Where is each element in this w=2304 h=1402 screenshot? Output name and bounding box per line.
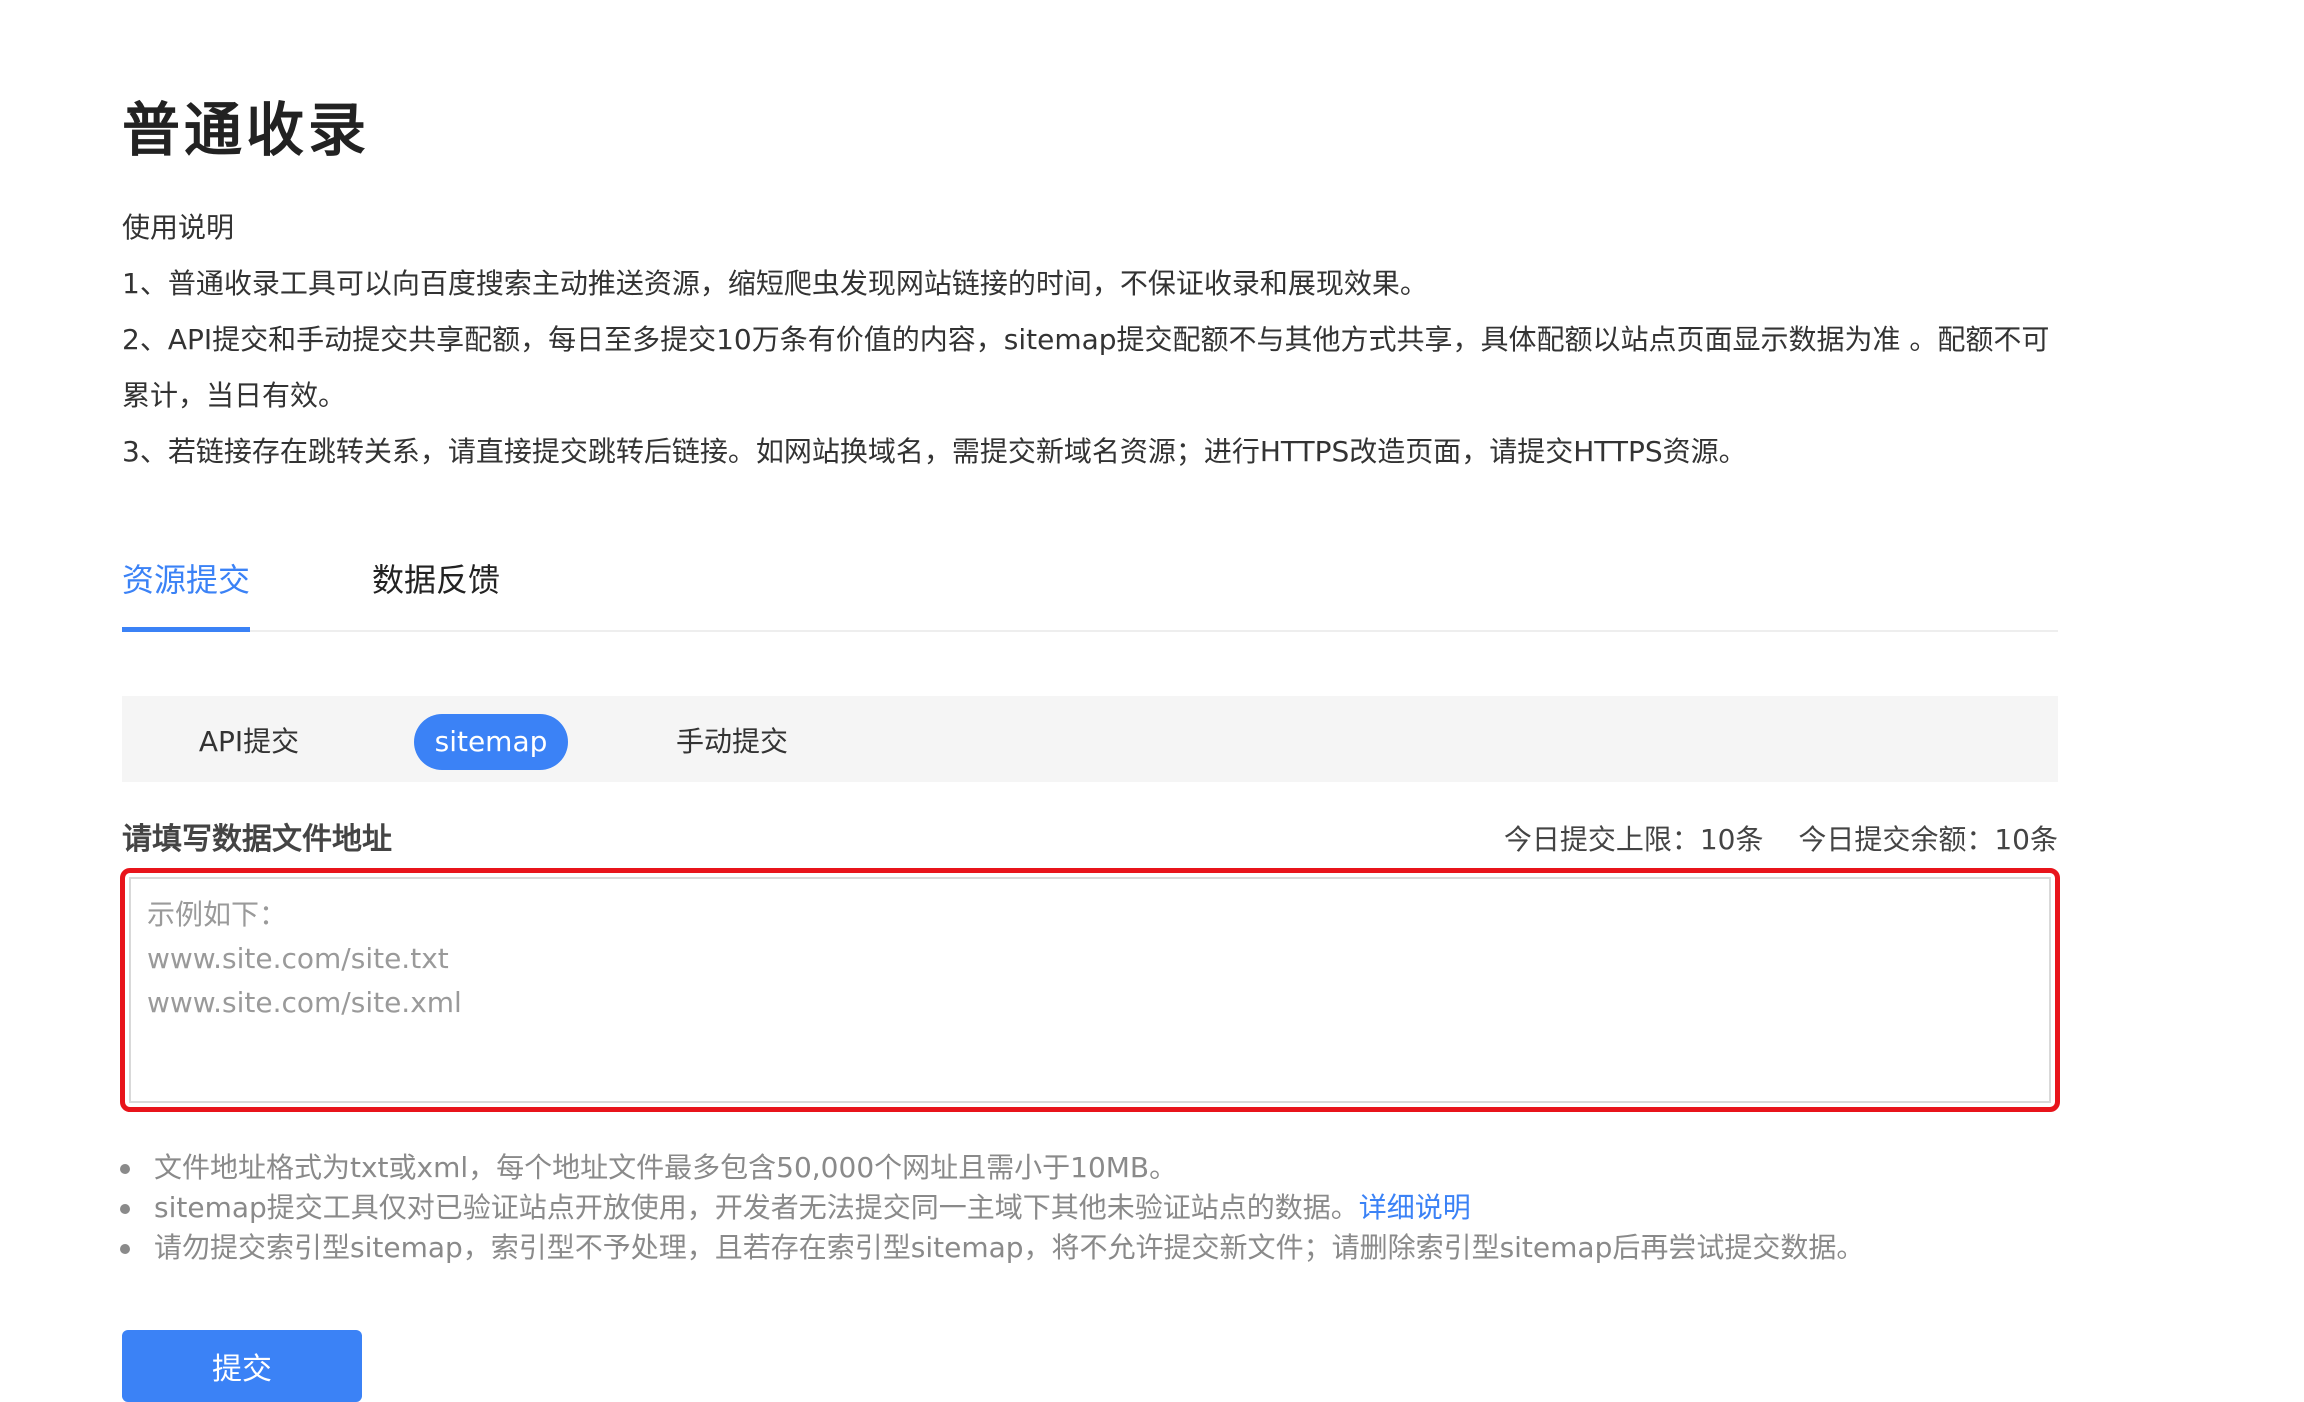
subtab-manual[interactable]: 手动提交 xyxy=(662,714,802,770)
subtab-api[interactable]: API提交 xyxy=(184,714,314,770)
tab-resource-submit[interactable]: 资源提交 xyxy=(122,550,251,632)
note-item: sitemap提交工具仅对已验证站点开放使用，开发者无法提交同一主域下其他未验证… xyxy=(120,1188,1864,1228)
note-item: 文件地址格式为txt或xml，每个地址文件最多包含50,000个网址且需小于10… xyxy=(120,1148,1864,1188)
main-tabs: 资源提交 数据反馈 xyxy=(122,550,2058,632)
instruction-item: 2、API提交和手动提交共享配额，每日至多提交10万条有价值的内容，sitema… xyxy=(122,323,2050,412)
submit-method-tabs: API提交 sitemap 手动提交 xyxy=(122,696,2058,782)
note-text: 请勿提交索引型sitemap，索引型不予处理，且若存在索引型sitemap，将不… xyxy=(154,1231,1865,1264)
quota-remaining: 今日提交余额：10条 xyxy=(1798,823,2058,856)
file-url-label: 请填写数据文件地址 xyxy=(122,822,392,857)
instruction-item: 1、普通收录工具可以向百度搜索主动推送资源，缩短爬虫发现网站链接的时间，不保证收… xyxy=(122,267,1428,300)
note-text: sitemap提交工具仅对已验证站点开放使用，开发者无法提交同一主域下其他未验证… xyxy=(154,1191,1359,1224)
quota-info: 今日提交上限：10条 今日提交余额：10条 xyxy=(1504,818,2058,862)
note-text: 文件地址格式为txt或xml，每个地址文件最多包含50,000个网址且需小于10… xyxy=(154,1151,1178,1184)
instructions-heading: 使用说明 xyxy=(122,211,235,244)
textarea-highlight xyxy=(120,868,2060,1112)
notes-list: 文件地址格式为txt或xml，每个地址文件最多包含50,000个网址且需小于10… xyxy=(120,1148,1864,1268)
tab-data-feedback[interactable]: 数据反馈 xyxy=(372,550,500,610)
page-title: 普通收录 xyxy=(122,96,371,164)
quota-limit: 今日提交上限：10条 xyxy=(1503,823,1764,856)
details-link[interactable]: 详细说明 xyxy=(1359,1191,1471,1224)
note-item: 请勿提交索引型sitemap，索引型不予处理，且若存在索引型sitemap，将不… xyxy=(120,1228,1864,1268)
subtab-sitemap[interactable]: sitemap xyxy=(414,714,568,770)
sitemap-url-input[interactable] xyxy=(129,877,2051,1103)
instruction-item: 3、若链接存在跳转关系，请直接提交跳转后链接。如网站换域名，需提交新域名资源；进… xyxy=(122,435,1747,468)
submit-button[interactable]: 提交 xyxy=(122,1330,362,1402)
instructions: 使用说明 1、普通收录工具可以向百度搜索主动推送资源，缩短爬虫发现网站链接的时间… xyxy=(122,200,2052,480)
